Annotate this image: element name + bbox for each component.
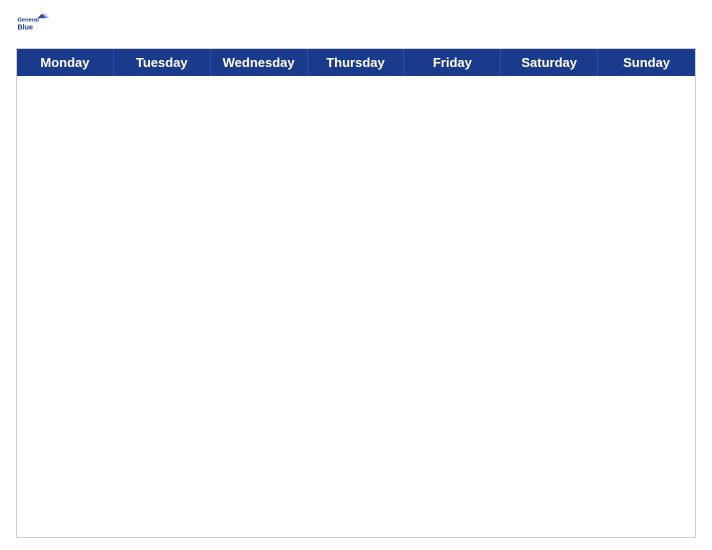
page-header: General Blue [16, 12, 696, 40]
col-header-wednesday: Wednesday [211, 49, 308, 76]
calendar-page: General Blue MondayTuesdayWednesdayThurs… [0, 0, 712, 550]
col-header-tuesday: Tuesday [114, 49, 211, 76]
col-header-friday: Friday [404, 49, 501, 76]
column-headers: MondayTuesdayWednesdayThursdayFridaySatu… [17, 49, 695, 76]
col-header-monday: Monday [17, 49, 114, 76]
logo: General Blue [16, 12, 52, 40]
col-header-sunday: Sunday [598, 49, 695, 76]
svg-text:Blue: Blue [17, 23, 33, 32]
logo-icon: General Blue [16, 12, 52, 40]
col-header-thursday: Thursday [308, 49, 405, 76]
weeks-container [17, 76, 695, 537]
calendar-grid: MondayTuesdayWednesdayThursdayFridaySatu… [16, 48, 696, 538]
col-header-saturday: Saturday [501, 49, 598, 76]
